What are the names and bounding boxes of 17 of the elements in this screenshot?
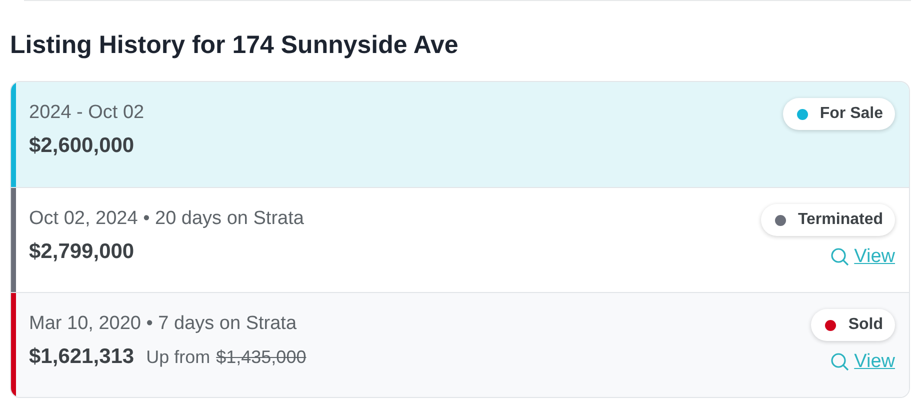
- section-title: Listing History for 174 Sunnyside Ave: [10, 30, 460, 61]
- listing-date: 2024 - Oct 02: [29, 102, 144, 124]
- listing-row[interactable]: Oct 02, 2024 • 20 days on Strata $2,799,000 Terminated View: [11, 187, 909, 292]
- listing-date: Mar 10, 2020 • 7 days on Strata: [29, 313, 298, 335]
- listing-date: Oct 02, 2024 • 20 days on Strata: [29, 208, 304, 230]
- status-label: Sold: [848, 316, 883, 334]
- price-note: Up from: [146, 347, 210, 368]
- search-icon: [830, 247, 850, 267]
- listing-row[interactable]: Mar 10, 2020 • 7 days on Strata $1,621,313 Up from $1,435,000 Sold View: [11, 292, 909, 397]
- previous-price: $1,435,000: [216, 347, 306, 368]
- status-label: For Sale: [820, 105, 883, 123]
- listing-row[interactable]: 2024 - Oct 02 $2,600,000 For Sale: [11, 82, 909, 187]
- listing-price: $2,600,000: [29, 134, 134, 158]
- listing-price: $1,621,313: [29, 345, 134, 369]
- search-icon: [830, 352, 850, 372]
- status-label: Terminated: [798, 211, 883, 229]
- listing-price: $2,799,000: [29, 240, 134, 264]
